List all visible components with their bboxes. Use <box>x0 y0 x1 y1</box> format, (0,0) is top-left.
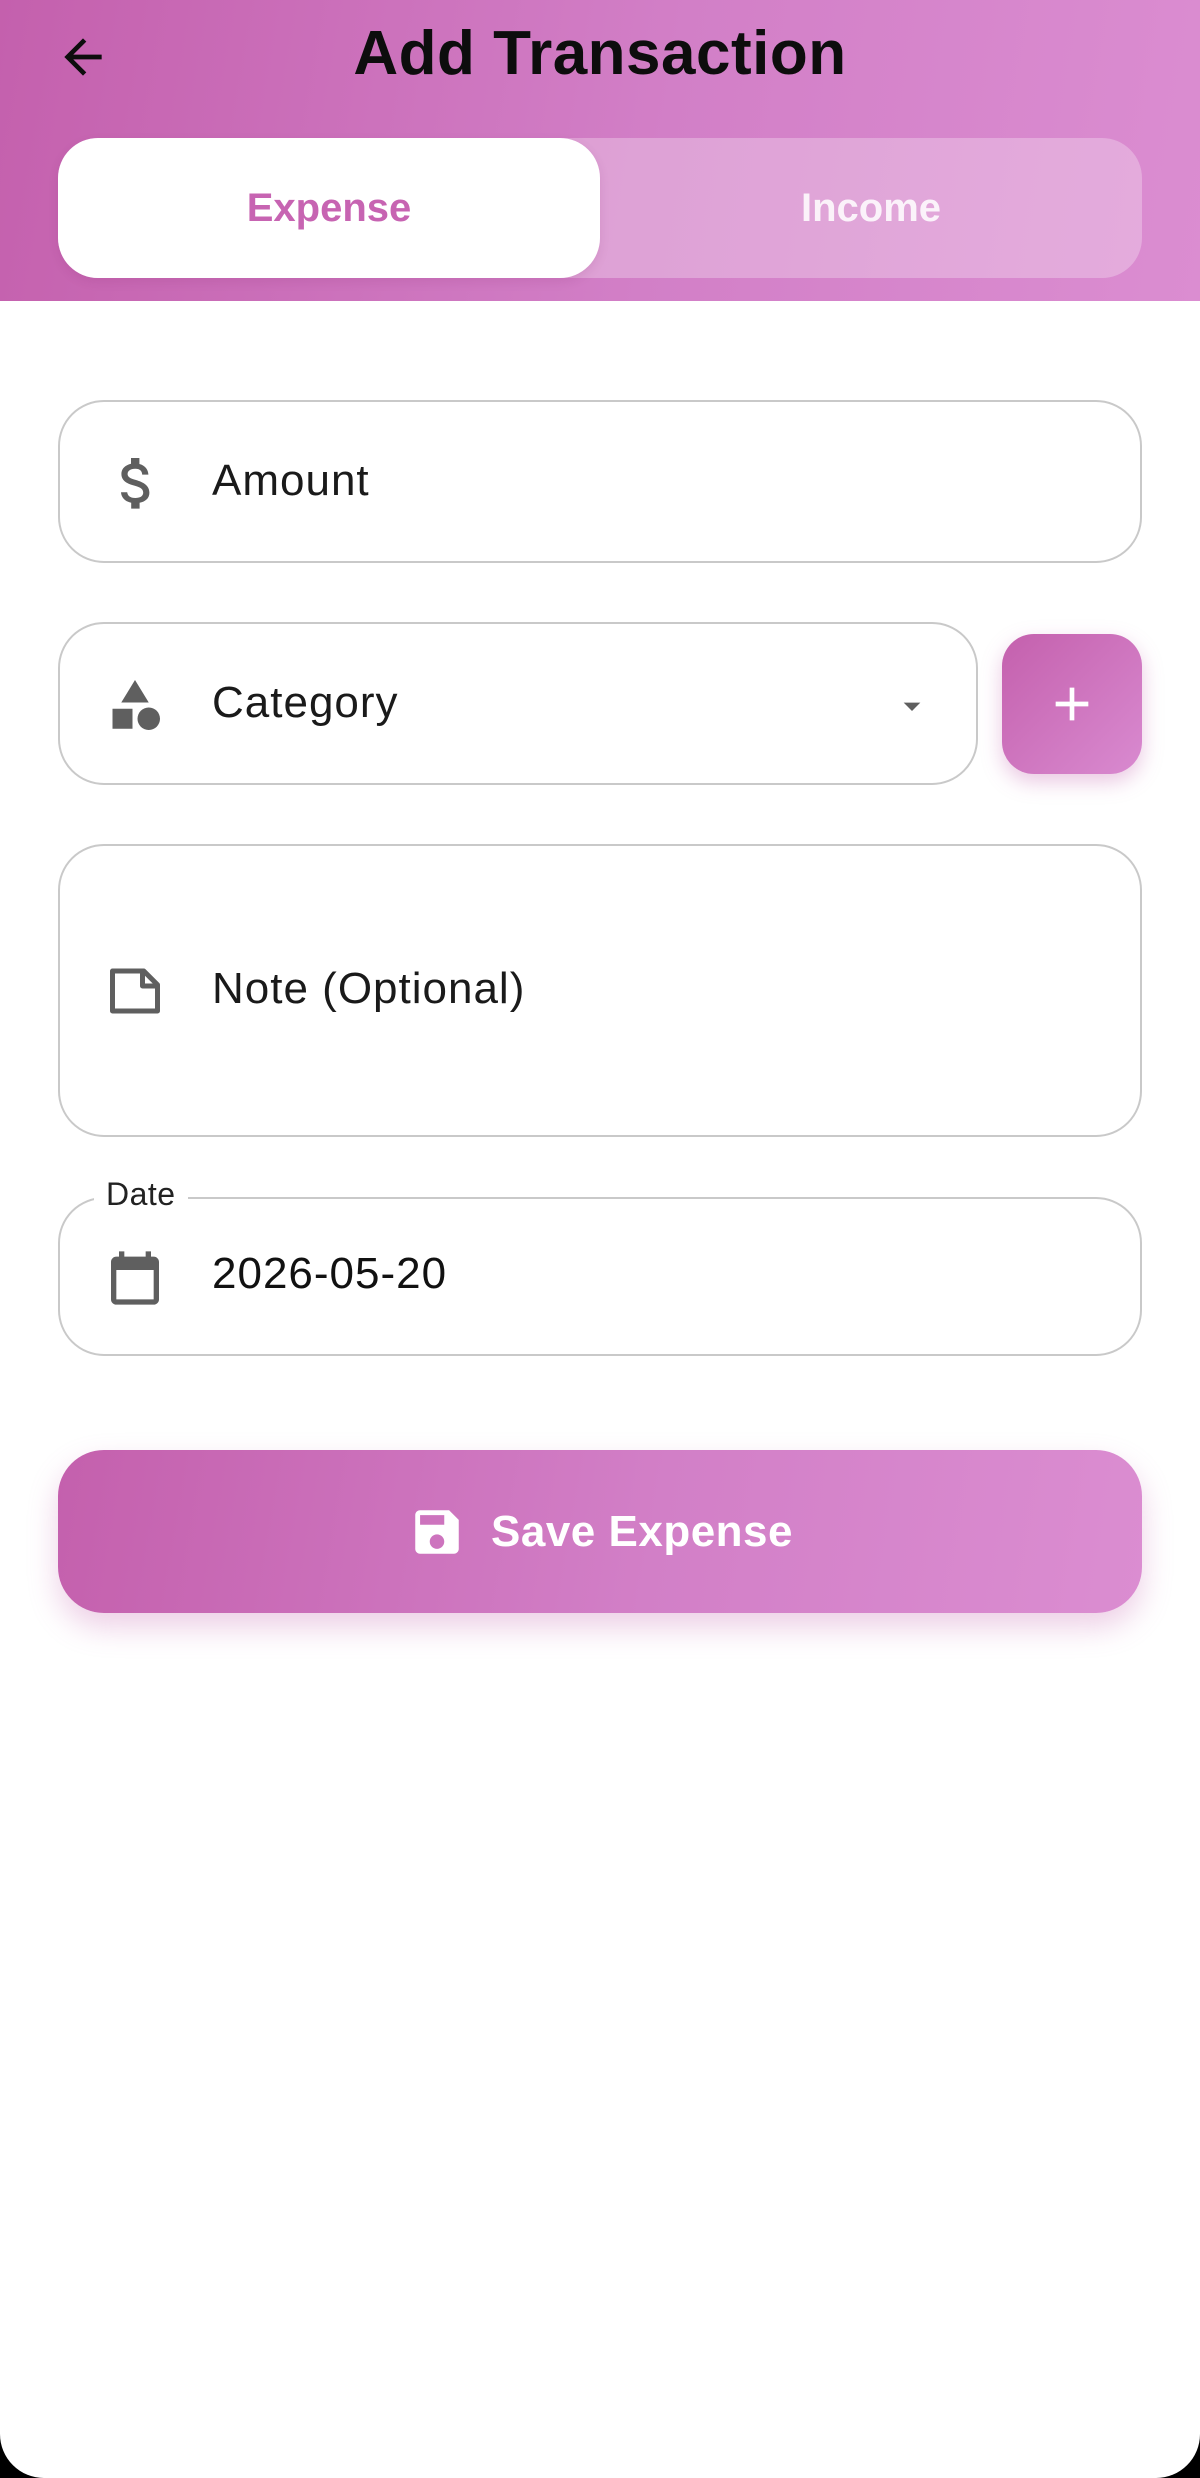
calendar-icon <box>100 1243 170 1313</box>
dollar-icon <box>100 448 170 518</box>
note-icon <box>100 956 170 1026</box>
category-placeholder: Category <box>212 678 399 727</box>
save-icon <box>407 1502 467 1562</box>
save-expense-button[interactable]: Save Expense <box>58 1450 1142 1613</box>
amount-placeholder: Amount <box>212 456 370 505</box>
note-field[interactable]: Note (Optional) <box>58 844 1142 1137</box>
transaction-type-toggle: Expense Income <box>58 138 1142 278</box>
add-category-button[interactable] <box>1002 634 1142 774</box>
shapes-icon <box>100 670 170 740</box>
add-transaction-screen: Add Transaction Expense Income Amount Ca… <box>0 0 1200 2478</box>
tab-income[interactable]: Income <box>600 138 1142 278</box>
tab-expense[interactable]: Expense <box>58 138 600 278</box>
category-dropdown[interactable]: Category <box>58 622 978 785</box>
page-title: Add Transaction <box>353 19 847 88</box>
date-value: 2026-05-20 <box>212 1249 448 1298</box>
date-field[interactable]: 2026-05-20 <box>58 1197 1142 1356</box>
date-label: Date <box>94 1176 188 1213</box>
caret-down-icon <box>903 702 921 711</box>
note-placeholder: Note (Optional) <box>212 964 526 1013</box>
amount-field[interactable]: Amount <box>58 400 1142 563</box>
app-header: Add Transaction Expense Income <box>0 0 1200 301</box>
plus-icon <box>1055 687 1089 721</box>
save-button-label: Save Expense <box>491 1506 793 1556</box>
